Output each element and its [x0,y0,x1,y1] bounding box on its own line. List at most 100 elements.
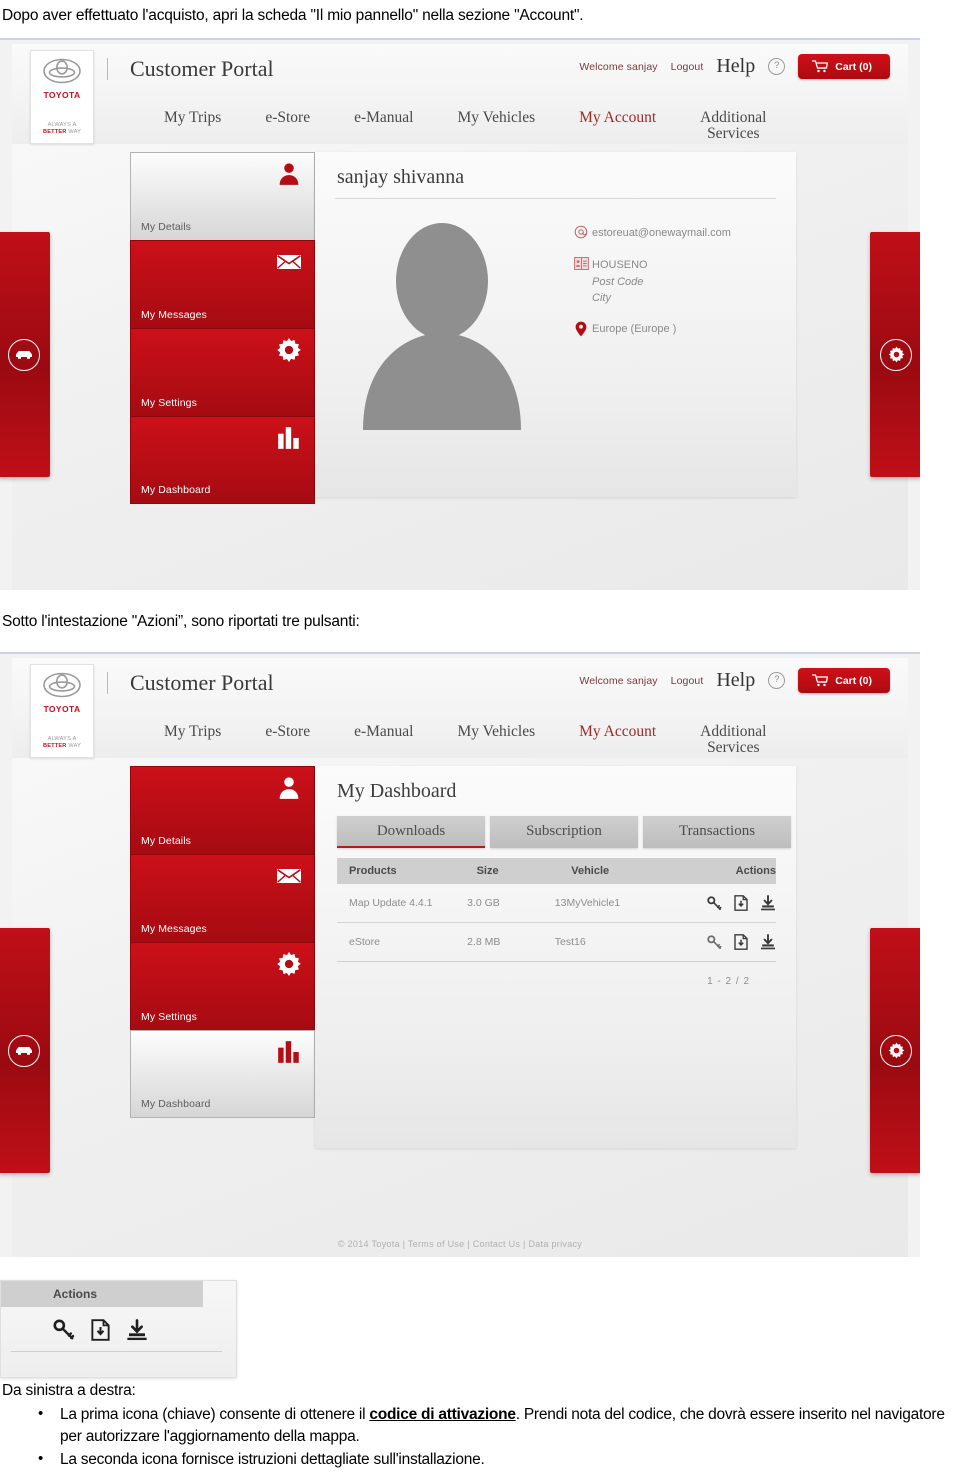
question-mark-circle-icon[interactable]: ? [768,58,786,75]
account-sidebar-1: My Details My Messages My Settings My Da… [130,152,315,504]
nav-item-e-store[interactable]: e-Store [243,723,332,740]
location-row: Europe (Europe ) [570,321,731,339]
side-tab-settings[interactable] [870,232,920,477]
nav-item-e-manual[interactable]: e-Manual [332,109,435,126]
table-header-row: Products Size Vehicle Actions [337,858,776,884]
sidebar-item-my-messages[interactable]: My Messages [130,854,315,942]
side-tab-vehicles[interactable] [0,928,50,1173]
person-icon [279,777,299,799]
side-tab-settings[interactable] [870,928,920,1173]
nav-item-my-account[interactable]: My Account [557,109,678,126]
nav-item-additional-services[interactable]: Additional Services [678,109,788,143]
address-row: HOUSENO Post Code City [570,257,731,307]
cell-product: eStore [349,936,380,948]
nav-item-my-vehicles[interactable]: My Vehicles [435,109,557,126]
column-header-vehicle: Vehicle [571,865,610,877]
tab-subscription[interactable]: Subscription [490,816,638,848]
email-value: estoreuat@onewaymail.com [592,227,731,239]
dashboard-panel: My Dashboard Downloads Subscription Tran… [315,766,796,1148]
address-book-icon [570,257,592,275]
sidebar-item-my-settings[interactable]: My Settings [130,328,315,416]
nav-item-additional-services[interactable]: Additional Services [678,723,788,757]
table-row: Map Update 4.4.1 3.0 GB 13MyVehicle1 [337,884,776,923]
key-icon[interactable] [53,1319,75,1341]
portal-header: TOYOTA ALWAYS A BETTER WAY Customer Port… [12,44,908,144]
logout-link[interactable]: Logout [671,61,704,73]
address-line3: City [592,292,611,304]
key-icon[interactable] [707,895,722,911]
bar-chart-icon [278,1041,299,1063]
pagination-label: 1 - 2 / 2 [707,976,750,987]
install-icon[interactable] [760,934,776,950]
sidebar-label: My Details [141,221,192,233]
sidebar-item-my-details[interactable]: My Details [130,152,315,240]
email-row: estoreuat@onewaymail.com [570,225,731,243]
cart-button[interactable]: Cart (0) [798,54,890,79]
nav-item-my-account[interactable]: My Account [557,723,678,740]
header-divider [107,58,108,80]
portal-window-2: TOYOTA ALWAYS A BETTER WAY Customer Port… [0,658,920,1257]
middle-paragraph: Sotto l'intestazione "Azioni”, sono ripo… [2,612,702,633]
portal-footer: © 2014 Toyota | Terms of Use | Contact U… [337,1239,583,1249]
address-value: HOUSENO Post Code City [592,257,648,307]
intro-paragraph: Dopo aver effettuato l'acquisto, apri la… [2,6,952,27]
address-line1: HOUSENO [592,259,648,271]
install-icon[interactable] [126,1319,148,1341]
toyota-wordmark: TOYOTA [43,704,81,714]
welcome-label: Welcome sanjay [579,674,658,687]
shopping-cart-icon [812,674,829,687]
bullet1-emphasis: codice di attivazione [369,1406,516,1423]
document-download-icon[interactable] [91,1319,110,1341]
downloads-table: Products Size Vehicle Actions Map Update… [337,858,776,999]
instruction-list: La prima icona (chiave) consente di otte… [2,1403,958,1471]
toyota-emblem-icon [43,672,81,698]
install-icon[interactable] [760,895,776,911]
screenshot-my-dashboard: TOYOTA ALWAYS A BETTER WAY Customer Port… [0,652,920,1257]
sidebar-item-my-dashboard[interactable]: My Dashboard [130,1030,315,1118]
gear-icon [277,952,301,976]
side-tab-vehicles[interactable] [0,232,50,477]
cell-product: Map Update 4.4.1 [349,897,433,909]
envelope-icon [277,255,301,269]
profile-name: sanjay shivanna [337,166,465,188]
document-download-icon[interactable] [734,934,748,950]
toyota-wordmark: TOYOTA [43,90,81,100]
bottom-lead-text: Da sinistra a destra: [2,1382,136,1399]
key-icon[interactable] [707,934,722,950]
tab-transactions[interactable]: Transactions [643,816,791,848]
cart-button[interactable]: Cart (0) [798,668,890,693]
shopping-cart-icon [812,60,829,73]
account-links: Welcome sanjay Logout Help ? Cart (0) [579,668,890,693]
actions-column-header: Actions [1,1281,203,1307]
sidebar-item-my-details[interactable]: My Details [130,766,315,854]
column-header-size: Size [476,865,499,877]
dashboard-tabs: Downloads Subscription Transactions [315,812,796,848]
sidebar-item-my-messages[interactable]: My Messages [130,240,315,328]
sidebar-item-my-dashboard[interactable]: My Dashboard [130,416,315,504]
account-links: Welcome sanjay Logout Help ? Cart (0) [579,54,890,79]
cell-size: 2.8 MB [467,936,501,948]
sidebar-label: My Messages [141,309,207,321]
question-mark-circle-icon[interactable]: ? [768,672,786,689]
avatar [315,215,570,430]
envelope-icon [277,869,301,883]
nav-item-my-trips[interactable]: My Trips [142,723,243,740]
help-link[interactable]: Help [716,669,755,692]
welcome-label: Welcome sanjay [579,60,658,73]
page-title: Customer Portal [130,670,274,695]
nav-item-my-trips[interactable]: My Trips [142,109,243,126]
document-download-icon[interactable] [734,895,748,911]
help-link[interactable]: Help [716,55,755,78]
nav-item-e-store[interactable]: e-Store [243,109,332,126]
cell-vehicle: 13MyVehicle1 [554,897,621,909]
logout-link[interactable]: Logout [671,675,704,687]
nav-item-e-manual[interactable]: e-Manual [332,723,435,740]
sidebar-item-my-settings[interactable]: My Settings [130,942,315,1030]
gear-circle-icon [880,338,912,371]
bar-chart-icon [278,427,299,449]
tab-downloads[interactable]: Downloads [337,816,485,848]
sidebar-label: My Messages [141,923,207,935]
nav-item-my-vehicles[interactable]: My Vehicles [435,723,557,740]
profile-info: estoreuat@onewaymail.com HOUSENO Post Co… [570,215,731,430]
sidebar-label: My Dashboard [141,1098,211,1110]
